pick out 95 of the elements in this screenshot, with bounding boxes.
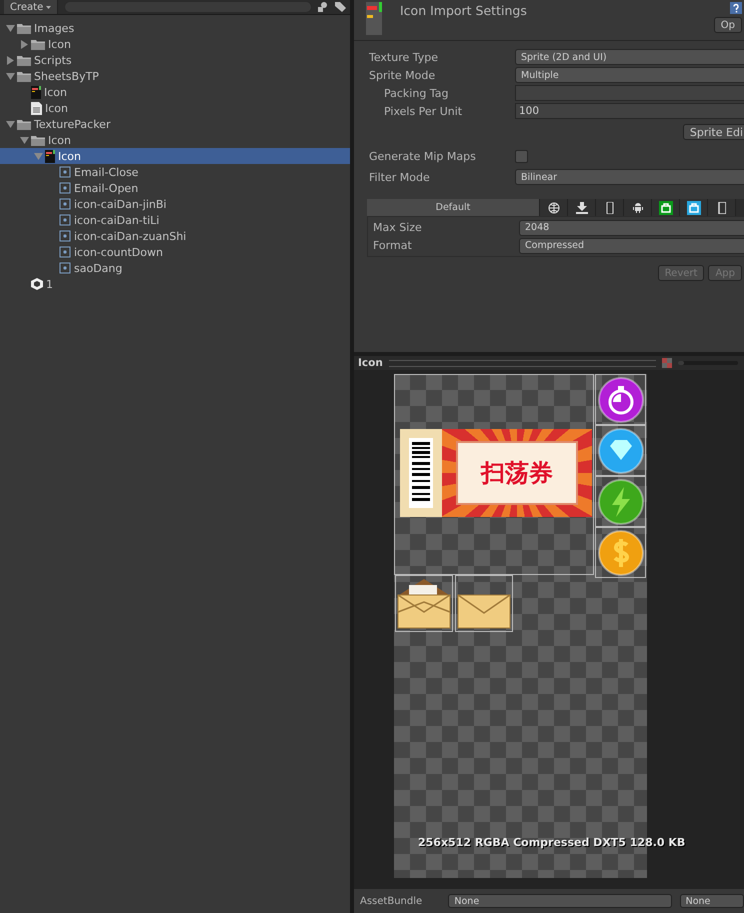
filter-by-type-icon[interactable] xyxy=(318,2,329,12)
tree-item[interactable]: Icon xyxy=(0,100,350,116)
envelope-icon xyxy=(457,593,511,629)
dropdown-field[interactable]: Bilinear xyxy=(515,169,744,185)
tree-item[interactable]: Icon xyxy=(0,36,350,52)
dropdown-field[interactable]: 2048 xyxy=(519,220,744,236)
collapsed-arrow-icon[interactable] xyxy=(20,40,29,48)
folder-icon xyxy=(31,38,45,50)
platform-tab[interactable] xyxy=(708,199,736,216)
platform-tab[interactable] xyxy=(540,199,568,216)
expanded-arrow-icon[interactable] xyxy=(6,24,15,32)
barcode-icon xyxy=(409,438,433,508)
checker-icon[interactable] xyxy=(662,358,672,368)
android-icon xyxy=(632,202,644,214)
tree-item[interactable]: icon-caiDan-zuanShi xyxy=(0,228,350,244)
expanded-arrow-icon[interactable] xyxy=(6,72,15,80)
checkbox[interactable] xyxy=(515,150,528,162)
inspector-title: Icon Import Settings xyxy=(400,3,527,18)
field-label: Packing Tag xyxy=(383,86,450,100)
sprite-icon xyxy=(59,166,71,178)
input-field[interactable]: 100 xyxy=(515,103,744,119)
tree-item[interactable]: icon-caiDan-jinBi xyxy=(0,196,350,212)
tree-item[interactable]: Icon xyxy=(0,84,350,100)
envelope-icon xyxy=(397,577,451,629)
tree-item[interactable]: Icon xyxy=(0,132,350,148)
expanded-arrow-icon[interactable] xyxy=(20,136,29,144)
platform-tab[interactable] xyxy=(568,199,596,216)
sprite-icon xyxy=(59,182,71,194)
tree-item[interactable]: Email-Close xyxy=(0,164,350,180)
phone-icon xyxy=(604,202,616,214)
dropdown-field[interactable]: None xyxy=(680,894,744,908)
platform-tab[interactable] xyxy=(680,199,708,216)
texture-info: 256x512 RGBA Compressed DXT5 128.0 KB xyxy=(418,836,686,849)
sprite-icon xyxy=(59,246,71,258)
expanded-arrow-icon[interactable] xyxy=(6,120,15,128)
tag-icon[interactable] xyxy=(335,2,346,12)
shopping-bag-icon xyxy=(686,200,700,214)
field-label: Filter Mode xyxy=(369,170,431,184)
search-field[interactable] xyxy=(64,1,312,13)
tree-item[interactable]: 1 xyxy=(0,276,350,292)
platform-tab[interactable] xyxy=(652,199,680,216)
tree-item[interactable]: TexturePacker xyxy=(0,116,350,132)
tree-item[interactable]: Scripts xyxy=(0,52,350,68)
shopping-bag-icon xyxy=(658,200,672,214)
asset-bundle-label: AssetBundle xyxy=(360,896,424,906)
create-button[interactable]: Create xyxy=(4,0,58,14)
open-button[interactable]: Op xyxy=(714,17,742,33)
tree-item[interactable]: icon-caiDan-tiLi xyxy=(0,212,350,228)
ticket-text: 扫荡券 xyxy=(481,458,553,489)
texture-thumbnail-icon xyxy=(31,86,41,98)
tree-item[interactable]: Images xyxy=(0,20,350,36)
sprite-icon xyxy=(59,198,71,210)
texture-thumbnail-icon xyxy=(366,2,382,35)
dropdown-field[interactable]: Sprite (2D and UI) xyxy=(515,49,744,65)
folder-icon xyxy=(17,54,31,66)
sprite-icon xyxy=(59,214,71,226)
stopwatch-icon xyxy=(598,376,644,422)
preview-title: Icon xyxy=(358,357,383,369)
folder-icon xyxy=(17,22,31,34)
platform-tab[interactable]: Default xyxy=(367,199,540,216)
text-file-icon xyxy=(31,102,42,114)
folder-icon xyxy=(17,118,31,130)
field-label: Texture Type xyxy=(369,50,440,64)
collapsed-arrow-icon[interactable] xyxy=(6,56,15,64)
tree-item[interactable]: Icon xyxy=(0,148,350,164)
input-field[interactable] xyxy=(515,85,744,101)
download-icon xyxy=(576,202,588,214)
tree-item[interactable]: Email-Open xyxy=(0,180,350,196)
lightning-bolt-icon xyxy=(598,478,644,524)
globe-icon xyxy=(548,202,560,214)
device-icon xyxy=(718,202,726,214)
sprite-icon xyxy=(59,262,71,274)
tree-item[interactable]: saoDang xyxy=(0,260,350,276)
field-label: Pixels Per Unit xyxy=(383,104,464,118)
dropdown-field[interactable]: Compressed xyxy=(519,238,744,254)
field-label: Format xyxy=(373,239,413,252)
folder-icon xyxy=(17,70,31,82)
field-label: Generate Mip Maps xyxy=(369,150,477,162)
dropdown-field[interactable]: None xyxy=(448,894,672,908)
expanded-arrow-icon[interactable] xyxy=(34,152,43,160)
platform-tab[interactable] xyxy=(624,199,652,216)
texture-thumbnail-icon xyxy=(45,150,55,162)
field-label: Sprite Mode xyxy=(369,68,436,82)
platform-tab[interactable] xyxy=(596,199,624,216)
dollar-coin-icon xyxy=(598,530,644,576)
help-icon[interactable] xyxy=(730,2,742,14)
folder-icon xyxy=(31,134,45,146)
field-label: Max Size xyxy=(373,221,423,234)
tree-item[interactable]: SheetsByTP xyxy=(0,68,350,84)
tree-item[interactable]: icon-countDown xyxy=(0,244,350,260)
sprite-editor-button[interactable]: Sprite Edi xyxy=(682,124,744,140)
caret-icon xyxy=(46,6,52,8)
sprite-icon xyxy=(59,230,71,242)
unity-logo-icon xyxy=(31,278,43,290)
dropdown-field[interactable]: Multiple xyxy=(515,67,744,83)
